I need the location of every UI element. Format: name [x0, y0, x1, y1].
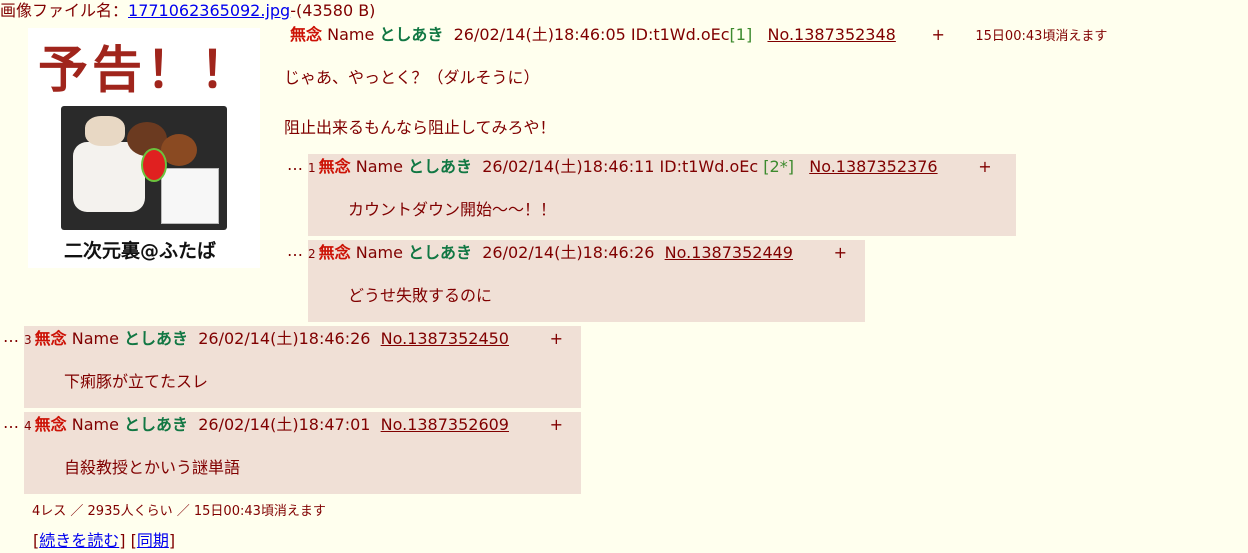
op-text-line-2: 阻止出来るもんなら阻止してみろや！: [284, 118, 556, 137]
reply-name-label: Name: [355, 243, 403, 262]
thread-footer-links: [続きを読む] [同期]: [33, 531, 176, 550]
op-username: としあき: [379, 25, 444, 44]
reply-number: 2: [308, 247, 316, 261]
reply-plus-button[interactable]: +: [834, 243, 847, 262]
file-prefix: 画像ファイル名：: [0, 1, 129, 20]
reply-username: としあき: [408, 243, 473, 262]
reply-username: としあき: [124, 415, 189, 434]
reply-id-count[interactable]: [2*]: [763, 157, 794, 176]
reply-dots: …: [3, 327, 19, 346]
reply-header: 3 無念 Name としあき 26/02/14(土)18:46:26 No.138…: [24, 328, 563, 351]
op-datetime: 26/02/14(土)18:46:05: [453, 25, 626, 44]
read-more-link[interactable]: 続きを読む: [39, 531, 119, 550]
price-sticker: [141, 148, 167, 182]
reply-name-label: Name: [71, 415, 119, 434]
thread-stats: 4レス ／ 2935人くらい ／ 15日00:43頃消えます: [32, 504, 326, 519]
reply-datetime: 26/02/14(土)18:47:01: [198, 415, 371, 434]
reply-post-number[interactable]: No.1387352450: [381, 329, 509, 348]
reply-post-number[interactable]: No.1387352449: [665, 243, 793, 262]
thread-image-thumbnail[interactable]: 予告！！ 二次元裏@ふたば: [28, 28, 260, 268]
reply-2: 2 無念 Name としあき 26/02/14(土)18:46:26 No.138…: [308, 240, 865, 322]
reply-dots: …: [287, 241, 303, 260]
reply-datetime: 26/02/14(土)18:46:26: [482, 243, 655, 262]
op-id: ID:t1Wd.oEc: [630, 25, 730, 44]
reply-header: 2 無念 Name としあき 26/02/14(土)18:46:26 No.138…: [308, 242, 847, 265]
reply-datetime: 26/02/14(土)18:46:26: [198, 329, 371, 348]
reply-subject: 無念: [34, 415, 67, 434]
reply-subject: 無念: [318, 157, 351, 176]
reply-plus-button[interactable]: +: [550, 329, 563, 348]
reply-body: 自殺教授とかいう謎単語: [64, 458, 241, 477]
reply-number: 3: [24, 333, 32, 347]
reply-dots: …: [287, 155, 303, 174]
op-plus-button[interactable]: +: [931, 25, 944, 44]
reply-name-label: Name: [355, 157, 403, 176]
reply-username: としあき: [124, 329, 189, 348]
reply-number: 4: [24, 419, 32, 433]
op-text-line-1: じゃあ、やっとく？（ダルそうに）: [284, 68, 540, 87]
op-header: 無念 Name としあき 26/02/14(土)18:46:05 ID:t1Wd…: [290, 24, 1107, 48]
reply-dots: …: [3, 413, 19, 432]
op-subject: 無念: [290, 25, 323, 44]
reply-post-number[interactable]: No.1387352376: [809, 157, 937, 176]
bento-photo: [61, 106, 227, 230]
reply-datetime: 26/02/14(土)18:46:11: [482, 157, 655, 176]
file-info-line: 画像ファイル名：1771062365092.jpg-(43580 B): [0, 0, 375, 22]
op-expire-time: 15日00:43頃消えます: [975, 29, 1108, 44]
thumbnail-headline: 予告！！: [38, 40, 254, 99]
reply-plus-button[interactable]: +: [978, 157, 991, 176]
reply-header: 4 無念 Name としあき 26/02/14(土)18:47:01 No.138…: [24, 414, 563, 437]
reply-subject: 無念: [318, 243, 351, 262]
reply-3: 3 無念 Name としあき 26/02/14(土)18:46:26 No.138…: [24, 326, 581, 408]
op-name-label: Name: [327, 25, 375, 44]
reply-1: 1 無念 Name としあき 26/02/14(土)18:46:11 ID:t1W…: [308, 154, 1016, 236]
reply-number: 1: [308, 161, 316, 175]
reply-subject: 無念: [34, 329, 67, 348]
op-post-number[interactable]: No.1387352348: [767, 25, 895, 44]
reply-body: どうせ失敗するのに: [348, 286, 493, 305]
reply-4: 4 無念 Name としあき 26/02/14(土)18:47:01 No.138…: [24, 412, 581, 494]
op-id-count[interactable]: [1]: [730, 25, 753, 44]
reply-plus-button[interactable]: +: [550, 415, 563, 434]
reply-name-label: Name: [71, 329, 119, 348]
reply-body: 下痢豚が立てたスレ: [64, 372, 209, 391]
thumbnail-board-text: 二次元裏@ふたば: [64, 240, 217, 262]
file-link[interactable]: 1771062365092.jpg: [128, 1, 290, 20]
sync-link[interactable]: 同期: [137, 531, 169, 550]
file-size: -(43580 B): [290, 1, 376, 20]
reply-header: 1 無念 Name としあき 26/02/14(土)18:46:11 ID:t1W…: [308, 156, 992, 179]
reply-username: としあき: [408, 157, 473, 176]
reply-id: ID:t1Wd.oEc: [659, 157, 759, 176]
reply-body: カウントダウン開始～～！！: [348, 200, 557, 219]
reply-post-number[interactable]: No.1387352609: [381, 415, 509, 434]
